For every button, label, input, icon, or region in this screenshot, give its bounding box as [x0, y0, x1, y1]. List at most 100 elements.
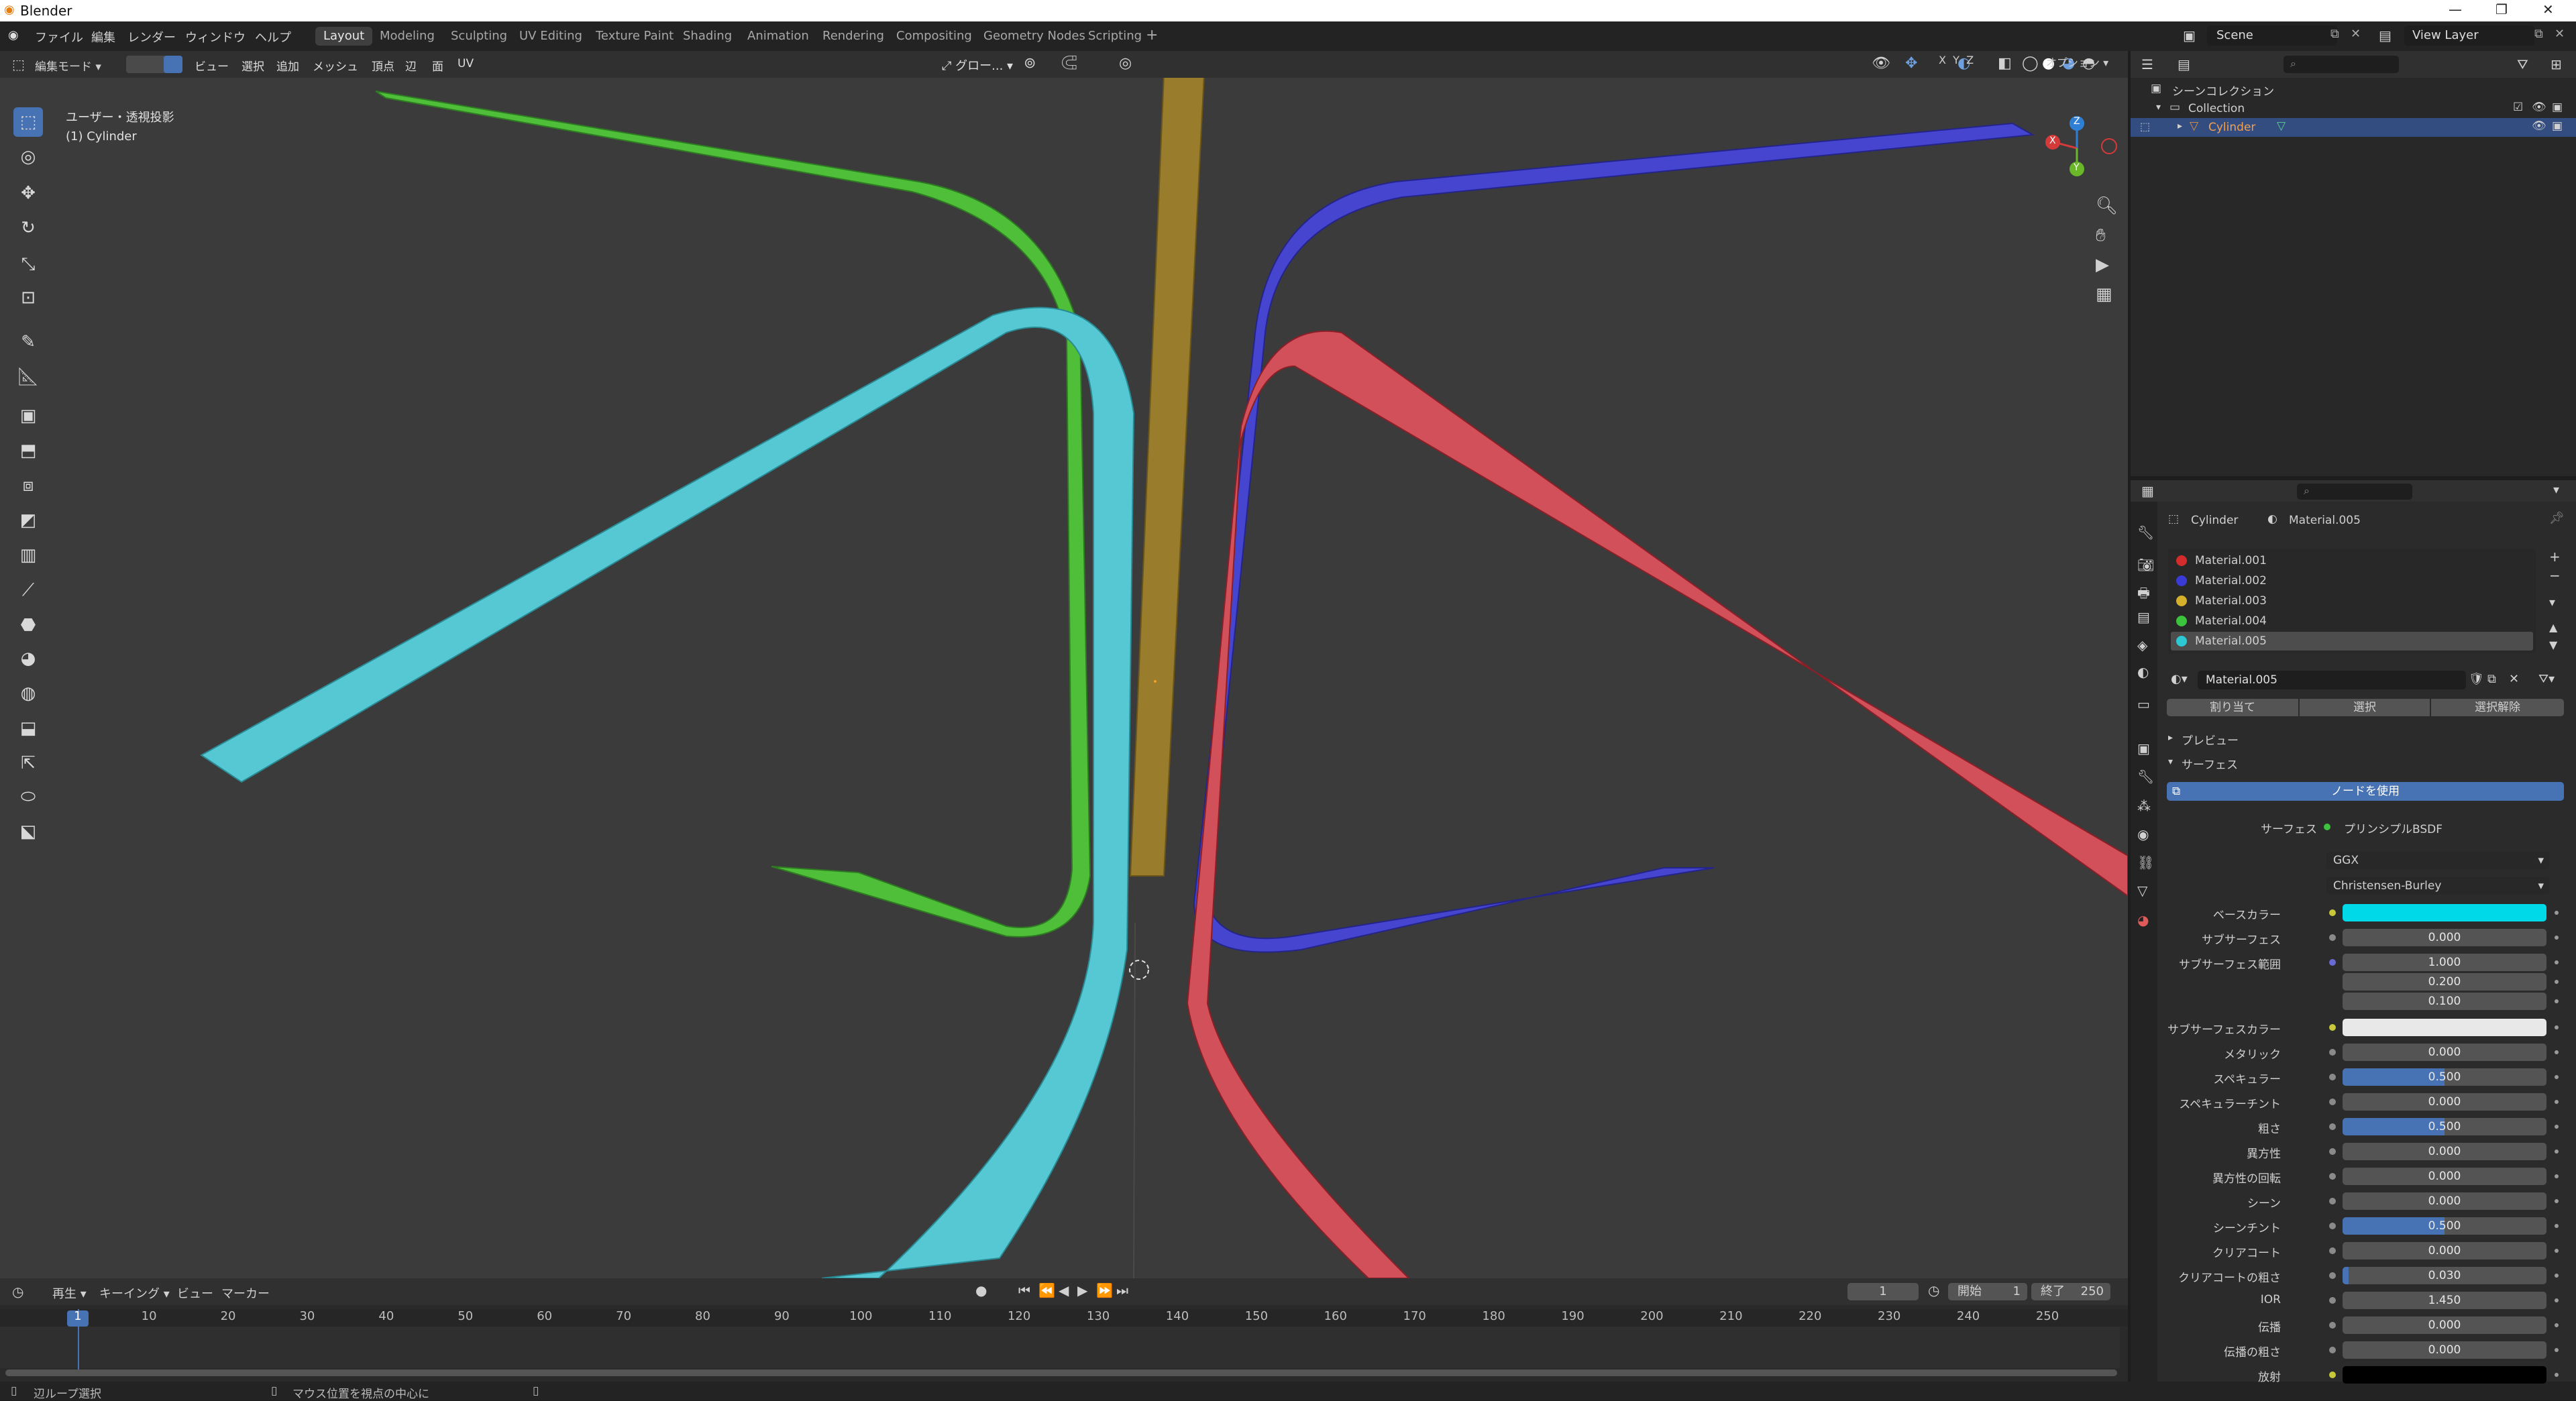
spin-icon[interactable]: ◕ — [13, 644, 43, 673]
material-slot-1[interactable]: Material.001 — [2195, 554, 2267, 567]
tool-tab-icon[interactable]: 🔧︎ — [2137, 524, 2154, 541]
play-reverse-icon[interactable]: ◀ — [1059, 1282, 1069, 1298]
viewport-menu-3[interactable]: メッシュ — [313, 57, 358, 74]
outliner-search[interactable]: ⌕ — [2284, 56, 2399, 73]
bsdf-field-10[interactable]: 0.000 — [2343, 1192, 2546, 1210]
pan-hand-icon[interactable]: ✋︎ — [2096, 225, 2106, 246]
face-select-button[interactable] — [164, 56, 182, 73]
material-filter-icon[interactable]: ⛛▾ — [2538, 672, 2555, 686]
bsdf-field-14[interactable]: 1.450 — [2343, 1292, 2546, 1309]
menu-file[interactable]: ファイル — [35, 28, 83, 46]
bsdf-field-1[interactable]: 0.000 — [2343, 929, 2546, 946]
bsdf-field-6[interactable]: 0.000 — [2343, 1093, 2546, 1111]
knife-icon[interactable]: ⟋ — [13, 575, 43, 605]
blender-menu-icon[interactable]: ◉ — [8, 28, 19, 42]
viewport-menu-7[interactable]: UV — [458, 57, 474, 70]
keyframe-dot-icon[interactable] — [2555, 1224, 2559, 1228]
distribution-dropdown[interactable]: GGX ▾ — [2326, 852, 2549, 869]
collection-tab-icon[interactable]: ▭ — [2137, 696, 2150, 712]
socket-dot-icon[interactable] — [2329, 1371, 2336, 1378]
keyframe-dot-icon[interactable] — [2555, 1274, 2559, 1278]
view-layer-tab-icon[interactable]: ▤ — [2137, 609, 2150, 625]
keyframe-dot-icon[interactable] — [2555, 1125, 2559, 1129]
socket-dot-icon[interactable] — [2329, 1223, 2336, 1229]
socket-dot-icon[interactable] — [2329, 1024, 2336, 1031]
extrude-icon[interactable]: ⬒ — [13, 436, 43, 465]
add-cube-icon[interactable]: ▣ — [13, 401, 43, 431]
workspace-tab-modeling[interactable]: Modeling — [372, 27, 443, 46]
shear-icon[interactable]: ⬭ — [13, 782, 43, 811]
socket-dot-icon[interactable] — [2329, 1099, 2336, 1105]
object-expand-icon[interactable]: ▸ — [2178, 121, 2182, 131]
timeline-scrollbar[interactable] — [5, 1369, 2117, 1376]
workspace-tab-compositing[interactable]: Compositing — [888, 27, 980, 46]
edge-slide-icon[interactable]: ⬓ — [13, 714, 43, 743]
inset-icon[interactable]: ⧈ — [13, 471, 43, 500]
keyframe-dot-icon[interactable] — [2555, 999, 2559, 1003]
bsdf-color-3[interactable] — [2343, 1019, 2546, 1036]
tl-menu-keying[interactable]: キーイング ▾ — [99, 1284, 170, 1302]
scene-name[interactable]: Scene — [2216, 28, 2253, 42]
mirror-z[interactable]: Z — [1966, 54, 1974, 66]
close-icon[interactable]: ✕ — [2542, 1, 2554, 17]
edit-mode-icon[interactable]: ⬚ — [2140, 120, 2150, 133]
start-frame-field[interactable]: 開始 1 — [1948, 1283, 2027, 1300]
socket-dot-icon[interactable] — [2329, 934, 2336, 941]
bsdf-vector-2-0[interactable]: 1.000 — [2343, 954, 2546, 971]
subsurface-method-dropdown[interactable]: Christensen-Burley ▾ — [2326, 877, 2549, 895]
viewport-menu-1[interactable]: 選択 — [241, 57, 264, 74]
menu-help[interactable]: ヘルプ — [255, 28, 291, 46]
move-slot-down-icon[interactable]: ▼ — [2549, 638, 2557, 651]
mirror-y[interactable]: Y — [1953, 54, 1960, 66]
socket-dot-icon[interactable] — [2329, 1247, 2336, 1254]
mode-selector[interactable]: 編集モード ▾ — [13, 57, 101, 74]
socket-dot-icon[interactable] — [2329, 1123, 2336, 1130]
props-options-icon[interactable]: ▾ — [2553, 483, 2559, 497]
workspace-tab-layout[interactable]: Layout — [315, 27, 373, 46]
viewport-menu-4[interactable]: 頂点 — [372, 57, 394, 74]
bsdf-vector-2-1[interactable]: 0.200 — [2343, 973, 2546, 991]
rotate-icon[interactable]: ↻ — [13, 213, 43, 243]
surface-panel-header[interactable]: サーフェス — [2182, 755, 2238, 772]
poly-build-icon[interactable]: ⬣ — [13, 610, 43, 640]
pivot-icon[interactable]: ⊚ — [1024, 55, 1036, 72]
keyframe-dot-icon[interactable] — [2555, 1298, 2559, 1302]
view-layer-name[interactable]: View Layer — [2412, 28, 2479, 42]
keyframe-dot-icon[interactable] — [2555, 1174, 2559, 1178]
object-visibility-icon[interactable]: 👁︎ — [2532, 119, 2546, 133]
world-tab-icon[interactable]: ◐ — [2137, 664, 2149, 680]
modifier-tab-icon[interactable]: 🔧︎ — [2137, 769, 2154, 785]
select-button[interactable]: 選択 — [2300, 699, 2430, 716]
particles-tab-icon[interactable]: ⁂ — [2137, 798, 2151, 814]
socket-dot-icon[interactable] — [2329, 1297, 2336, 1304]
surface-shader[interactable]: プリンシプルBSDF — [2344, 820, 2443, 836]
workspace-tab-sculpting[interactable]: Sculpting — [443, 27, 515, 46]
collection-expand-icon[interactable]: ▾ — [2156, 102, 2161, 113]
keyframe-dot-icon[interactable] — [2555, 1050, 2559, 1054]
mirror-x[interactable]: X — [1939, 54, 1946, 66]
socket-dot-icon[interactable] — [2329, 1198, 2336, 1204]
keyframe-dot-icon[interactable] — [2555, 1100, 2559, 1104]
physics-tab-icon[interactable]: ◉ — [2137, 826, 2149, 842]
perspective-grid-icon[interactable]: ▦ — [2096, 284, 2112, 304]
3d-viewport[interactable]: Z X Y 🔍︎ ✋︎ ▶ ▦ — [0, 51, 2128, 1278]
socket-dot-icon[interactable] — [2329, 1148, 2336, 1155]
workspace-tab-texture-paint[interactable]: Texture Paint — [588, 27, 682, 46]
outliner[interactable]: ☰ ▤ ⌕ ⛛ ⊞ ▣ シーンコレクション ▾ ▭ Collection ☑ 👁… — [2131, 51, 2576, 476]
properties-search[interactable]: ⌕ — [2297, 484, 2412, 500]
viewport-menu-6[interactable]: 面 — [432, 57, 443, 74]
material-slot-5[interactable]: Material.005 — [2195, 634, 2267, 648]
display-mode-icon[interactable]: ▤ — [2178, 56, 2190, 72]
socket-dot-icon[interactable] — [2329, 959, 2336, 966]
bsdf-field-16[interactable]: 0.000 — [2343, 1341, 2546, 1359]
tl-menu-marker[interactable]: マーカー — [221, 1284, 270, 1302]
workspace-tab-rendering[interactable]: Rendering — [814, 27, 892, 46]
bevel-icon[interactable]: ◩ — [13, 506, 43, 535]
prev-keyframe-icon[interactable]: ⏪ — [1038, 1282, 1055, 1298]
minimize-icon[interactable]: — — [2449, 1, 2462, 17]
new-scene-icon[interactable]: ⧉ — [2330, 27, 2339, 41]
socket-dot-icon[interactable] — [2329, 1347, 2336, 1353]
transform-orientation[interactable]: ⤢ グロー... ▾ — [942, 56, 1013, 74]
scene-icon[interactable]: ▣ — [2183, 27, 2196, 44]
output-tab-icon[interactable]: 🖶︎ — [2137, 583, 2150, 606]
